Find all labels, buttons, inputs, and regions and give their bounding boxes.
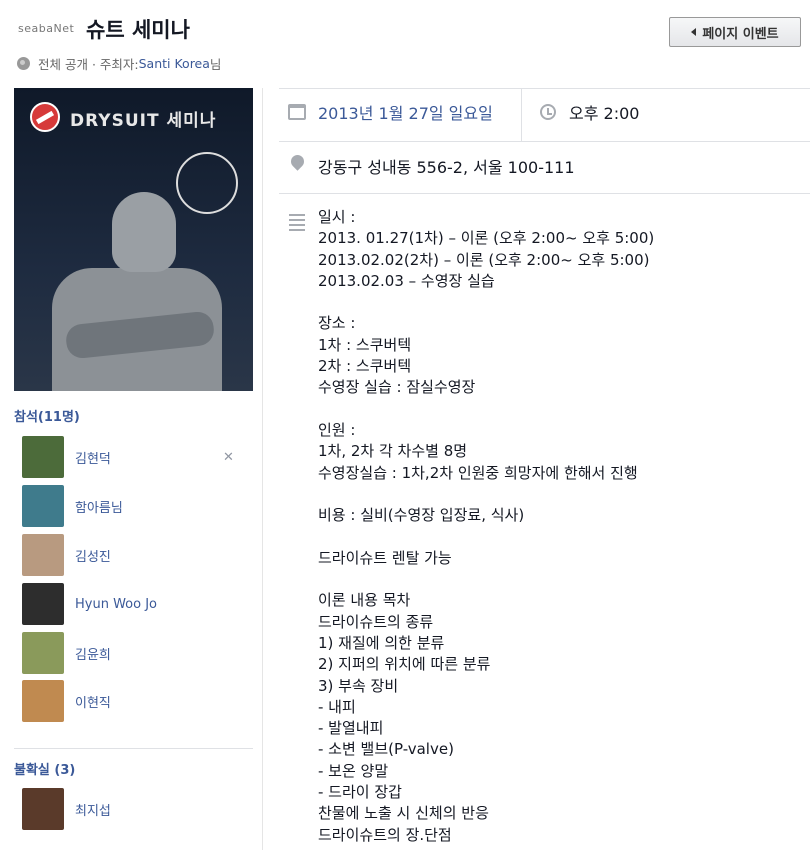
event-description: 일시 : 2013. 01.27(1차) – 이론 (오후 2:00~ 오후 5:…: [318, 207, 654, 846]
description-line: 드라이슈트 렌탈 가능: [318, 548, 452, 567]
avatar: [22, 485, 64, 527]
description-line: - 발열내피: [318, 719, 384, 738]
description-line: 수영장 실습 : 잠실수영장: [318, 378, 476, 397]
description-line: 1) 재질에 의한 분류: [318, 633, 445, 652]
description-line: - 내피: [318, 697, 356, 716]
host-link[interactable]: Santi Korea: [139, 56, 210, 71]
description-line: 드라이슈트의 장.단점: [318, 825, 452, 844]
host-suffix: 님: [209, 56, 222, 72]
description-line: 수영장실습 : 1차,2차 인원중 희망자에 한해서 진행: [318, 463, 638, 482]
description-line: [318, 399, 654, 420]
attendee-row[interactable]: 김성진: [22, 534, 111, 576]
maybe-heading[interactable]: 불확실 (3): [14, 759, 75, 778]
description-line: 3) 부속 장비: [318, 676, 399, 695]
date-divider: [279, 141, 810, 142]
maybe-row[interactable]: 최지섭: [22, 788, 111, 830]
description-line: 이론 내용 목차: [318, 591, 411, 610]
description-line: - 소변 밸브(P-valve): [318, 740, 454, 759]
attendee-name: 이현직: [75, 695, 111, 711]
avatar: [22, 436, 64, 478]
description-line: - 보온 양말: [318, 761, 389, 780]
description-line: 2013. 01.27(1차) – 이론 (오후 2:00~ 오후 5:00): [318, 229, 655, 248]
description-icon: [289, 214, 305, 234]
santi-logo-icon: [30, 102, 60, 132]
description-line: 장소 :: [318, 314, 356, 333]
description-line: 비용 : 실비(수영장 입장료, 식사): [318, 506, 525, 525]
attendee-name: 김윤희: [75, 647, 111, 663]
description-line: [318, 484, 654, 505]
page-event-button-label: 페이지 이벤트: [702, 26, 779, 42]
avatar: [22, 788, 64, 830]
description-line: 찬물에 노출 시 신체의 반응: [318, 804, 489, 823]
address-divider: [279, 193, 810, 194]
description-line: 2) 지퍼의 위치에 따른 분류: [318, 655, 491, 674]
globe-icon: [17, 56, 30, 70]
description-line: 1차 : 스쿠버텍: [318, 335, 412, 354]
attendee-row[interactable]: 김윤희: [22, 632, 111, 674]
column-divider: [262, 88, 263, 850]
attendee-name: 함아름님: [75, 500, 123, 516]
maybe-name: 최지섭: [75, 803, 111, 819]
description-line: 2차 : 스쿠버텍: [318, 357, 412, 376]
attendee-name: Hyun Woo Jo: [75, 596, 157, 612]
remove-icon[interactable]: ✕: [223, 450, 234, 465]
back-arrow-icon: [691, 28, 697, 36]
attendee-row[interactable]: 김현덕: [22, 436, 111, 478]
attendee-row[interactable]: Hyun Woo Jo: [22, 583, 157, 625]
event-time: 오후 2:00: [569, 104, 640, 123]
location-pin-icon: [288, 152, 307, 171]
clock-icon: [540, 104, 556, 120]
event-address[interactable]: 강동구 성내동 556-2, 서울 100-111: [318, 154, 575, 178]
description-line: [318, 292, 654, 313]
description-line: 2013.02.03 – 수영장 실습: [318, 271, 495, 290]
privacy-prefix: 전체 공개 · 주최자:: [38, 56, 139, 72]
attending-heading[interactable]: 참석(11명): [14, 406, 80, 425]
avatar: [22, 583, 64, 625]
event-date[interactable]: 2013년 1월 27일 일요일: [318, 100, 493, 124]
page-event-button[interactable]: 페이지 이벤트: [669, 17, 801, 47]
description-line: 일시 :: [318, 208, 356, 226]
attendee-name: 김현덕: [75, 451, 111, 467]
description-line: [318, 569, 654, 590]
date-time-divider: [521, 88, 522, 141]
privacy-row: 전체 공개 · 주최자: Santi Korea 님: [17, 54, 221, 72]
diver-head-illustration: [112, 192, 176, 272]
description-line: 1차, 2차 각 차수별 8명: [318, 442, 468, 461]
avatar: [22, 680, 64, 722]
attendee-row[interactable]: 함아름님: [22, 485, 123, 527]
event-poster[interactable]: DRYSUIT 세미나: [14, 88, 253, 391]
left-column: DRYSUIT 세미나 참석(11명) 김현덕 ✕ 함아름님 김성진 Hyun …: [14, 88, 253, 830]
description-line: [318, 526, 654, 547]
title-row: seabaNet 슈트 세미나 페이지 이벤트: [0, 0, 810, 48]
description-line: 드라이슈트의 종류: [318, 612, 434, 631]
speech-bubble-icon: [176, 152, 238, 214]
poster-title: DRYSUIT 세미나: [70, 111, 217, 131]
description-line: 인원 :: [318, 420, 356, 439]
section-divider: [14, 748, 253, 749]
avatar: [22, 534, 64, 576]
attendee-name: 김성진: [75, 549, 111, 565]
avatar: [22, 632, 64, 674]
event-title: 슈트 세미나: [86, 18, 190, 42]
calendar-icon: [288, 104, 306, 120]
top-divider: [279, 88, 810, 89]
description-line: 2013.02.02(2차) – 이론 (오후 2:00~ 오후 5:00): [318, 250, 650, 269]
attendee-row[interactable]: 이현직: [22, 680, 111, 722]
watermark: seabaNet: [18, 22, 75, 35]
description-line: - 드라이 장갑: [318, 783, 402, 802]
